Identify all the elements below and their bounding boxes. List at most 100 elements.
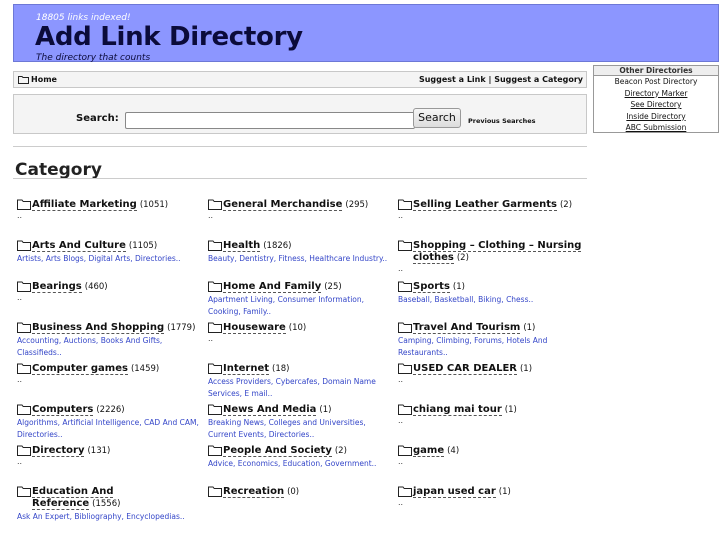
category-count: (295) bbox=[345, 200, 369, 210]
category-ellipsis: .. bbox=[17, 211, 23, 220]
category-label: Home And Family (25) bbox=[223, 281, 342, 293]
category-item: Bearings (460).. bbox=[17, 281, 202, 322]
category-count: (10) bbox=[288, 323, 307, 333]
category-title-row: Health (1826) bbox=[208, 240, 393, 252]
subcategory-links[interactable]: Accounting, Auctions, Books And Gifts, C… bbox=[17, 335, 202, 359]
home-link[interactable]: Home bbox=[18, 75, 57, 84]
folder-icon bbox=[208, 199, 222, 210]
subcategory-links[interactable]: Artists, Arts Blogs, Digital Arts, Direc… bbox=[17, 253, 202, 265]
other-directory-link[interactable]: Beacon Post Directory bbox=[594, 76, 718, 88]
category-link[interactable]: Internet bbox=[223, 363, 270, 375]
folder-icon bbox=[398, 486, 412, 497]
category-title-row: Education And Reference (1556) bbox=[17, 486, 202, 510]
category-link[interactable]: USED CAR DEALER bbox=[413, 363, 517, 375]
category-title-row: Computers (2226) bbox=[17, 404, 202, 416]
folder-icon bbox=[17, 281, 31, 292]
category-item: USED CAR DEALER (1).. bbox=[398, 363, 583, 404]
category-title-row: Shopping – Clothing – Nursing clothes (2) bbox=[398, 240, 583, 264]
suggest-category-link[interactable]: Suggest a Category bbox=[494, 75, 583, 84]
other-directory-link[interactable]: ABC Submission bbox=[594, 122, 718, 134]
category-link[interactable]: People And Society bbox=[223, 445, 332, 457]
category-ellipsis: .. bbox=[398, 264, 404, 273]
category-link[interactable]: japan used car bbox=[413, 486, 496, 498]
category-link[interactable]: Computer games bbox=[32, 363, 128, 375]
folder-icon bbox=[208, 404, 222, 415]
search-label: Search: bbox=[76, 113, 119, 124]
category-label: General Merchandise (295) bbox=[223, 199, 368, 211]
category-title-row: Travel And Tourism (1) bbox=[398, 322, 583, 334]
subcategory-links[interactable]: Ask An Expert, Bibliography, Encyclopedi… bbox=[17, 511, 202, 523]
category-link[interactable]: Arts And Culture bbox=[32, 240, 126, 252]
category-link[interactable]: Shopping – Clothing – Nursing clothes bbox=[413, 240, 582, 264]
category-link[interactable]: Computers bbox=[32, 404, 94, 416]
category-link[interactable]: Home And Family bbox=[223, 281, 322, 293]
category-heading-rule bbox=[13, 178, 587, 179]
search-input[interactable] bbox=[125, 112, 415, 129]
folder-icon bbox=[17, 322, 31, 333]
category-ellipsis: .. bbox=[17, 293, 23, 302]
category-label: News And Media (1) bbox=[223, 404, 331, 416]
subcategory-links[interactable]: Baseball, Basketball, Biking, Chess.. bbox=[398, 294, 583, 306]
category-link[interactable]: Sports bbox=[413, 281, 450, 293]
category-item: game (4).. bbox=[398, 445, 583, 486]
category-title-row: japan used car (1) bbox=[398, 486, 583, 498]
category-heading: Category bbox=[15, 160, 102, 180]
site-title[interactable]: Add Link Directory bbox=[35, 22, 303, 52]
category-count: (25) bbox=[324, 282, 342, 292]
subcategory-links[interactable]: Breaking News, Colleges and Universities… bbox=[208, 417, 393, 441]
category-ellipsis: .. bbox=[398, 498, 404, 507]
category-link[interactable]: game bbox=[413, 445, 445, 457]
section-divider bbox=[13, 146, 587, 147]
category-item: Sports (1) Baseball, Basketball, Biking, C… bbox=[398, 281, 583, 322]
category-ellipsis: .. bbox=[208, 334, 214, 343]
category-label: People And Society (2) bbox=[223, 445, 347, 457]
other-directory-link[interactable]: Directory Marker bbox=[594, 88, 718, 100]
category-ellipsis: .. bbox=[398, 416, 404, 425]
category-link[interactable]: Recreation bbox=[223, 486, 285, 498]
folder-icon bbox=[398, 281, 412, 292]
category-item: News And Media (1) Breaking News, Colleges… bbox=[208, 404, 393, 445]
category-link[interactable]: Business And Shopping bbox=[32, 322, 165, 334]
category-link[interactable]: Bearings bbox=[32, 281, 82, 293]
category-link[interactable]: Health bbox=[223, 240, 261, 252]
search-panel: Search: Search Previous Searches bbox=[13, 94, 587, 134]
folder-icon bbox=[208, 240, 222, 251]
category-link[interactable]: Selling Leather Garments bbox=[413, 199, 557, 211]
category-count: (1) bbox=[498, 487, 511, 497]
category-link[interactable]: Travel And Tourism bbox=[413, 322, 521, 334]
category-count: (18) bbox=[272, 364, 290, 374]
category-count: (1105) bbox=[128, 241, 158, 251]
category-label: Education And Reference (1556) bbox=[32, 486, 202, 510]
category-title-row: Sports (1) bbox=[398, 281, 583, 293]
category-ellipsis: .. bbox=[17, 375, 23, 384]
category-label: Internet (18) bbox=[223, 363, 289, 375]
search-button[interactable]: Search bbox=[413, 108, 461, 128]
category-title-row: Business And Shopping (1779) bbox=[17, 322, 202, 334]
category-title-row: chiang mai tour (1) bbox=[398, 404, 583, 416]
category-link[interactable]: Directory bbox=[32, 445, 85, 457]
other-directory-link[interactable]: Inside Directory bbox=[594, 111, 718, 123]
subcategory-links[interactable]: Algorithms, Artificial Intelligence, CAD… bbox=[17, 417, 202, 441]
category-label: Business And Shopping (1779) bbox=[32, 322, 195, 334]
category-link[interactable]: Affiliate Marketing bbox=[32, 199, 137, 211]
category-label: Arts And Culture (1105) bbox=[32, 240, 157, 252]
subcategory-links[interactable]: Camping, Climbing, Forums, Hotels And Re… bbox=[398, 335, 583, 359]
previous-searches-link[interactable]: Previous Searches bbox=[468, 117, 536, 125]
category-label: game (4) bbox=[413, 445, 459, 457]
folder-icon bbox=[398, 445, 412, 456]
subcategory-links[interactable]: Access Providers, Cybercafes, Domain Nam… bbox=[208, 376, 393, 400]
category-label: Computer games (1459) bbox=[32, 363, 159, 375]
other-directory-link[interactable]: See Directory bbox=[594, 99, 718, 111]
category-item: Directory (131).. bbox=[17, 445, 202, 486]
category-link[interactable]: chiang mai tour bbox=[413, 404, 502, 416]
category-title-row: game (4) bbox=[398, 445, 583, 457]
suggest-link-link[interactable]: Suggest a Link bbox=[419, 75, 486, 84]
subcategory-links[interactable]: Apartment Living, Consumer Information, … bbox=[208, 294, 393, 318]
category-link[interactable]: News And Media bbox=[223, 404, 317, 416]
category-title-row: Bearings (460) bbox=[17, 281, 202, 293]
subcategory-links[interactable]: Beauty, Dentistry, Fitness, Healthcare I… bbox=[208, 253, 393, 265]
subcategory-links[interactable]: Advice, Economics, Education, Government… bbox=[208, 458, 393, 470]
category-link[interactable]: General Merchandise bbox=[223, 199, 343, 211]
category-link[interactable]: Houseware bbox=[223, 322, 286, 334]
folder-icon bbox=[17, 445, 31, 456]
